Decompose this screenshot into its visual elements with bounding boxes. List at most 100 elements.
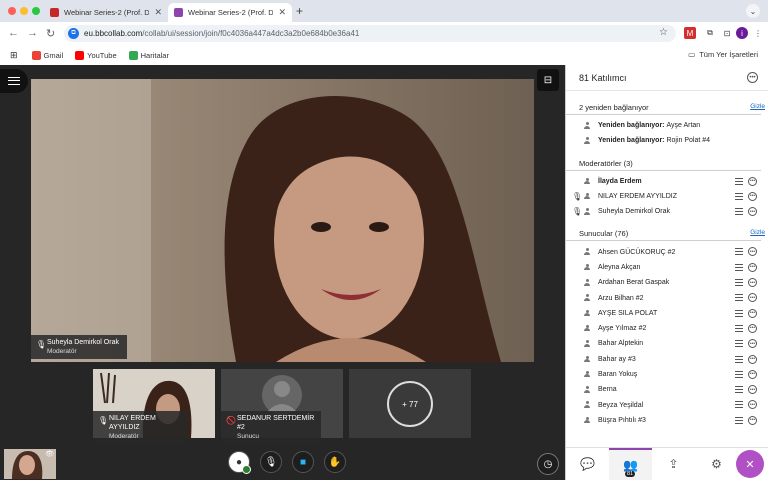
camera-button[interactable]: ■ — [292, 451, 314, 473]
section-title: Moderatörler (3) — [579, 158, 633, 168]
chat-tab[interactable]: 💬 — [566, 448, 609, 480]
help-button[interactable]: ◷ — [537, 453, 559, 475]
more-options-icon[interactable]: ••• — [747, 72, 758, 83]
participant-row[interactable]: Büşra Pıhtılı #3 ••• — [566, 413, 768, 428]
participant-options-icon[interactable]: ••• — [748, 369, 757, 379]
window-minimize-button[interactable] — [20, 7, 28, 15]
participant-row[interactable]: 🎙 Suheyla Demirkol Orak ••• — [566, 204, 768, 219]
tab-close-icon[interactable]: ✕ — [278, 7, 286, 18]
participant-row[interactable]: Ayşe Yılmaz #2 ••• — [566, 321, 768, 336]
participants-icon: 👥 — [623, 458, 638, 472]
new-tab-button[interactable]: + — [296, 4, 303, 18]
status-button[interactable]: ● — [228, 451, 251, 474]
participant-options-icon[interactable]: ••• — [748, 385, 757, 395]
participant-row[interactable]: Bahar ay #3 ••• — [566, 352, 768, 367]
participant-list[interactable]: 2 yeniden bağlanıyor Gizle Yeniden bağlanı… — [566, 101, 768, 447]
participant-row[interactable]: AYŞE SILA POLAT ••• — [566, 306, 768, 321]
participant-options-icon[interactable]: ••• — [748, 339, 757, 349]
participant-options-icon[interactable]: ••• — [748, 308, 757, 318]
participant-options-icon[interactable]: ••• — [748, 323, 757, 333]
all-bookmarks[interactable]: ▭ Tüm Yer İşaretleri — [688, 50, 758, 59]
person-icon — [584, 416, 590, 424]
tab-search-button[interactable]: ⌄ — [746, 4, 760, 18]
extension-icon[interactable]: ⧉ — [704, 27, 716, 39]
participant-options-icon[interactable]: ••• — [748, 247, 757, 257]
participant-row[interactable]: Berna ••• — [566, 382, 768, 397]
participant-name: Ahsen GÜCÜKORUÇ #2 — [598, 248, 676, 256]
person-icon — [584, 177, 590, 185]
participant-row[interactable]: Aleyna Akçan ••• — [566, 260, 768, 275]
participants-tab[interactable]: 👥 81 — [609, 447, 652, 480]
window-close-button[interactable] — [8, 7, 16, 15]
bookmark-item[interactable]: YouTube — [75, 50, 117, 60]
extension-icon[interactable]: ⊡ — [721, 27, 733, 39]
reload-button[interactable]: ↻ — [46, 27, 55, 40]
extension-icon[interactable]: i — [736, 27, 748, 39]
participant-row[interactable]: Arzu Bilhan #2 ••• — [566, 290, 768, 305]
person-icon — [584, 248, 590, 255]
section-header: Moderatörler (3) — [566, 157, 761, 171]
url-text: eu.bbcollab.com/collab/ui/session/join/f… — [84, 29, 360, 38]
section-toggle-link[interactable]: Gizle — [750, 229, 765, 236]
participant-options-icon[interactable]: ••• — [748, 354, 757, 364]
layout-toggle-button[interactable]: ⊟ — [537, 69, 559, 91]
participant-row[interactable]: Ardahan Berat Gaspak ••• — [566, 275, 768, 290]
close-panel-button[interactable]: ✕ — [736, 450, 764, 478]
participant-row[interactable]: 🎙 NILAY ERDEM AYYILDIZ ••• — [566, 189, 768, 204]
participant-row[interactable]: Yeniden bağlanıyor: Ayşe Artan — [566, 118, 768, 133]
person-icon — [584, 309, 590, 317]
participant-options-icon[interactable]: ••• — [748, 293, 757, 303]
session-menu-button[interactable] — [0, 69, 28, 93]
extension-icon[interactable]: ⋮ — [752, 27, 764, 39]
participant-options-icon[interactable]: ••• — [748, 191, 757, 201]
participant-row[interactable]: Bahar Alptekin ••• — [566, 336, 768, 351]
apps-icon[interactable]: ⊞ — [10, 50, 18, 61]
video-stage: ⊟ 🎙 Suheyla Demirkol Orak Moderatör 🎙 NI… — [0, 65, 565, 480]
person-icon — [584, 324, 590, 332]
forward-button[interactable]: → — [27, 27, 38, 39]
participant-row[interactable]: Ahsen GÜCÜKORUÇ #2 ••• — [566, 244, 768, 259]
bookmark-favicon-icon — [128, 50, 138, 60]
self-view-video[interactable]: 👁 — [4, 449, 56, 479]
bookmark-favicon-icon — [75, 50, 85, 60]
participant-name: Ayşe Yılmaz #2 — [598, 325, 647, 333]
browser-tab[interactable]: Webinar Series-2 (Prof. D ✕ — [168, 3, 292, 22]
participant-options-icon[interactable]: ••• — [748, 278, 757, 288]
participant-row[interactable]: Yeniden bağlanıyor: Rojin Polat #4 — [566, 133, 768, 148]
mic-icon: 🎙 — [264, 456, 278, 468]
participant-row[interactable]: Beyza Yeşildal ••• — [566, 397, 768, 412]
section-toggle-link[interactable]: Gizle — [750, 103, 765, 110]
online-status-icon — [242, 465, 251, 474]
person-icon — [584, 192, 590, 200]
address-bar[interactable]: ⧉ eu.bbcollab.com/collab/ui/session/join… — [64, 25, 676, 42]
participant-row[interactable]: Baran Yokuş ••• — [566, 367, 768, 382]
bookmark-item[interactable]: Haritalar — [128, 50, 169, 60]
extension-icon[interactable]: M — [684, 27, 696, 39]
person-icon — [584, 370, 590, 378]
tab-close-icon[interactable]: ✕ — [154, 7, 162, 18]
share-tab[interactable]: ⇪ — [652, 448, 695, 480]
raise-hand-button[interactable]: ✋ — [324, 451, 346, 473]
participant-options-icon[interactable]: ••• — [748, 176, 757, 186]
settings-tab[interactable]: ⚙ — [695, 448, 738, 480]
bookmark-star-icon[interactable]: ☆ — [659, 27, 668, 38]
participant-options-icon[interactable]: ••• — [748, 400, 757, 410]
participant-row[interactable]: İlayda Erdem ••• — [566, 174, 768, 189]
person-icon — [584, 386, 590, 393]
back-button[interactable]: ← — [8, 27, 19, 39]
bookmark-item[interactable]: Gmail — [31, 50, 63, 60]
eye-icon[interactable]: 👁 — [45, 450, 54, 458]
tile-1-name: NILAY ERDEM AYYILDIZ — [109, 415, 156, 431]
window-zoom-button[interactable] — [32, 7, 40, 15]
mic-button[interactable]: 🎙 — [260, 451, 282, 473]
browser-tab[interactable]: Webinar Series-2 (Prof. Dr. Ç ✕ — [44, 3, 168, 22]
participant-options-icon[interactable]: ••• — [748, 262, 757, 272]
participant-options-icon[interactable]: ••• — [748, 207, 757, 217]
participant-options-icon[interactable]: ••• — [748, 415, 757, 425]
status-list-icon — [735, 248, 743, 256]
site-info-icon[interactable]: ⧉ — [68, 28, 79, 39]
mic-icon: 🎙 — [36, 340, 47, 349]
more-participants-tile[interactable]: + 77 — [349, 369, 471, 438]
